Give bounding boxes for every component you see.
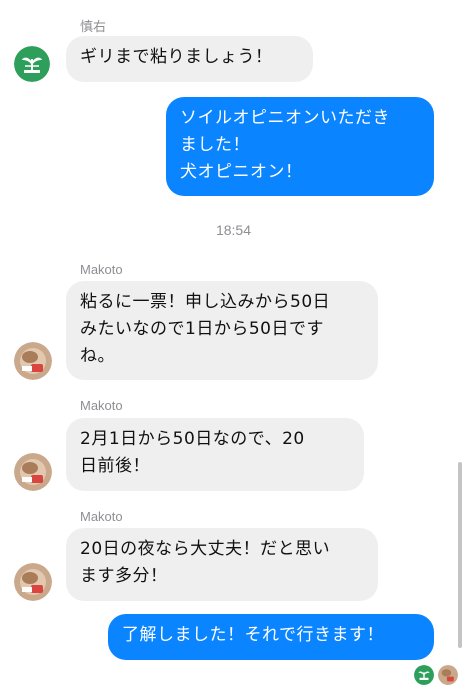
photo-avatar[interactable] (14, 342, 52, 380)
message-bubble-outgoing[interactable]: 了解しました！それで行きます！ (108, 614, 434, 660)
message-bubble-incoming[interactable]: ギリまで粘りましょう！ (66, 36, 313, 82)
sprout-logo-icon[interactable] (14, 46, 50, 82)
message-bubble-outgoing[interactable]: ソイルオピニオンいただき ました！ 犬オピニオン！ (166, 97, 434, 196)
photo-avatar[interactable] (14, 563, 52, 601)
message-bubble-incoming[interactable]: 2月1日から50日なので、20 日前後！ (66, 418, 364, 491)
read-receipt-sprout-icon (414, 665, 434, 685)
sender-name: 慎右 (80, 19, 107, 34)
sender-name: Makoto (80, 509, 123, 524)
photo-avatar[interactable] (14, 453, 52, 491)
scrollbar[interactable] (458, 462, 462, 648)
message-bubble-incoming[interactable]: 粘るに一票！申し込みから50日 みたいなので1日から50日です ね。 (66, 281, 378, 380)
sender-name: Makoto (80, 262, 123, 277)
read-receipt-photo-avatar (438, 665, 458, 685)
message-bubble-incoming[interactable]: 20日の夜なら大丈夫！だと思い ます多分！ (66, 528, 378, 601)
timestamp: 18:54 (215, 222, 252, 238)
sender-name: Makoto (80, 398, 123, 413)
